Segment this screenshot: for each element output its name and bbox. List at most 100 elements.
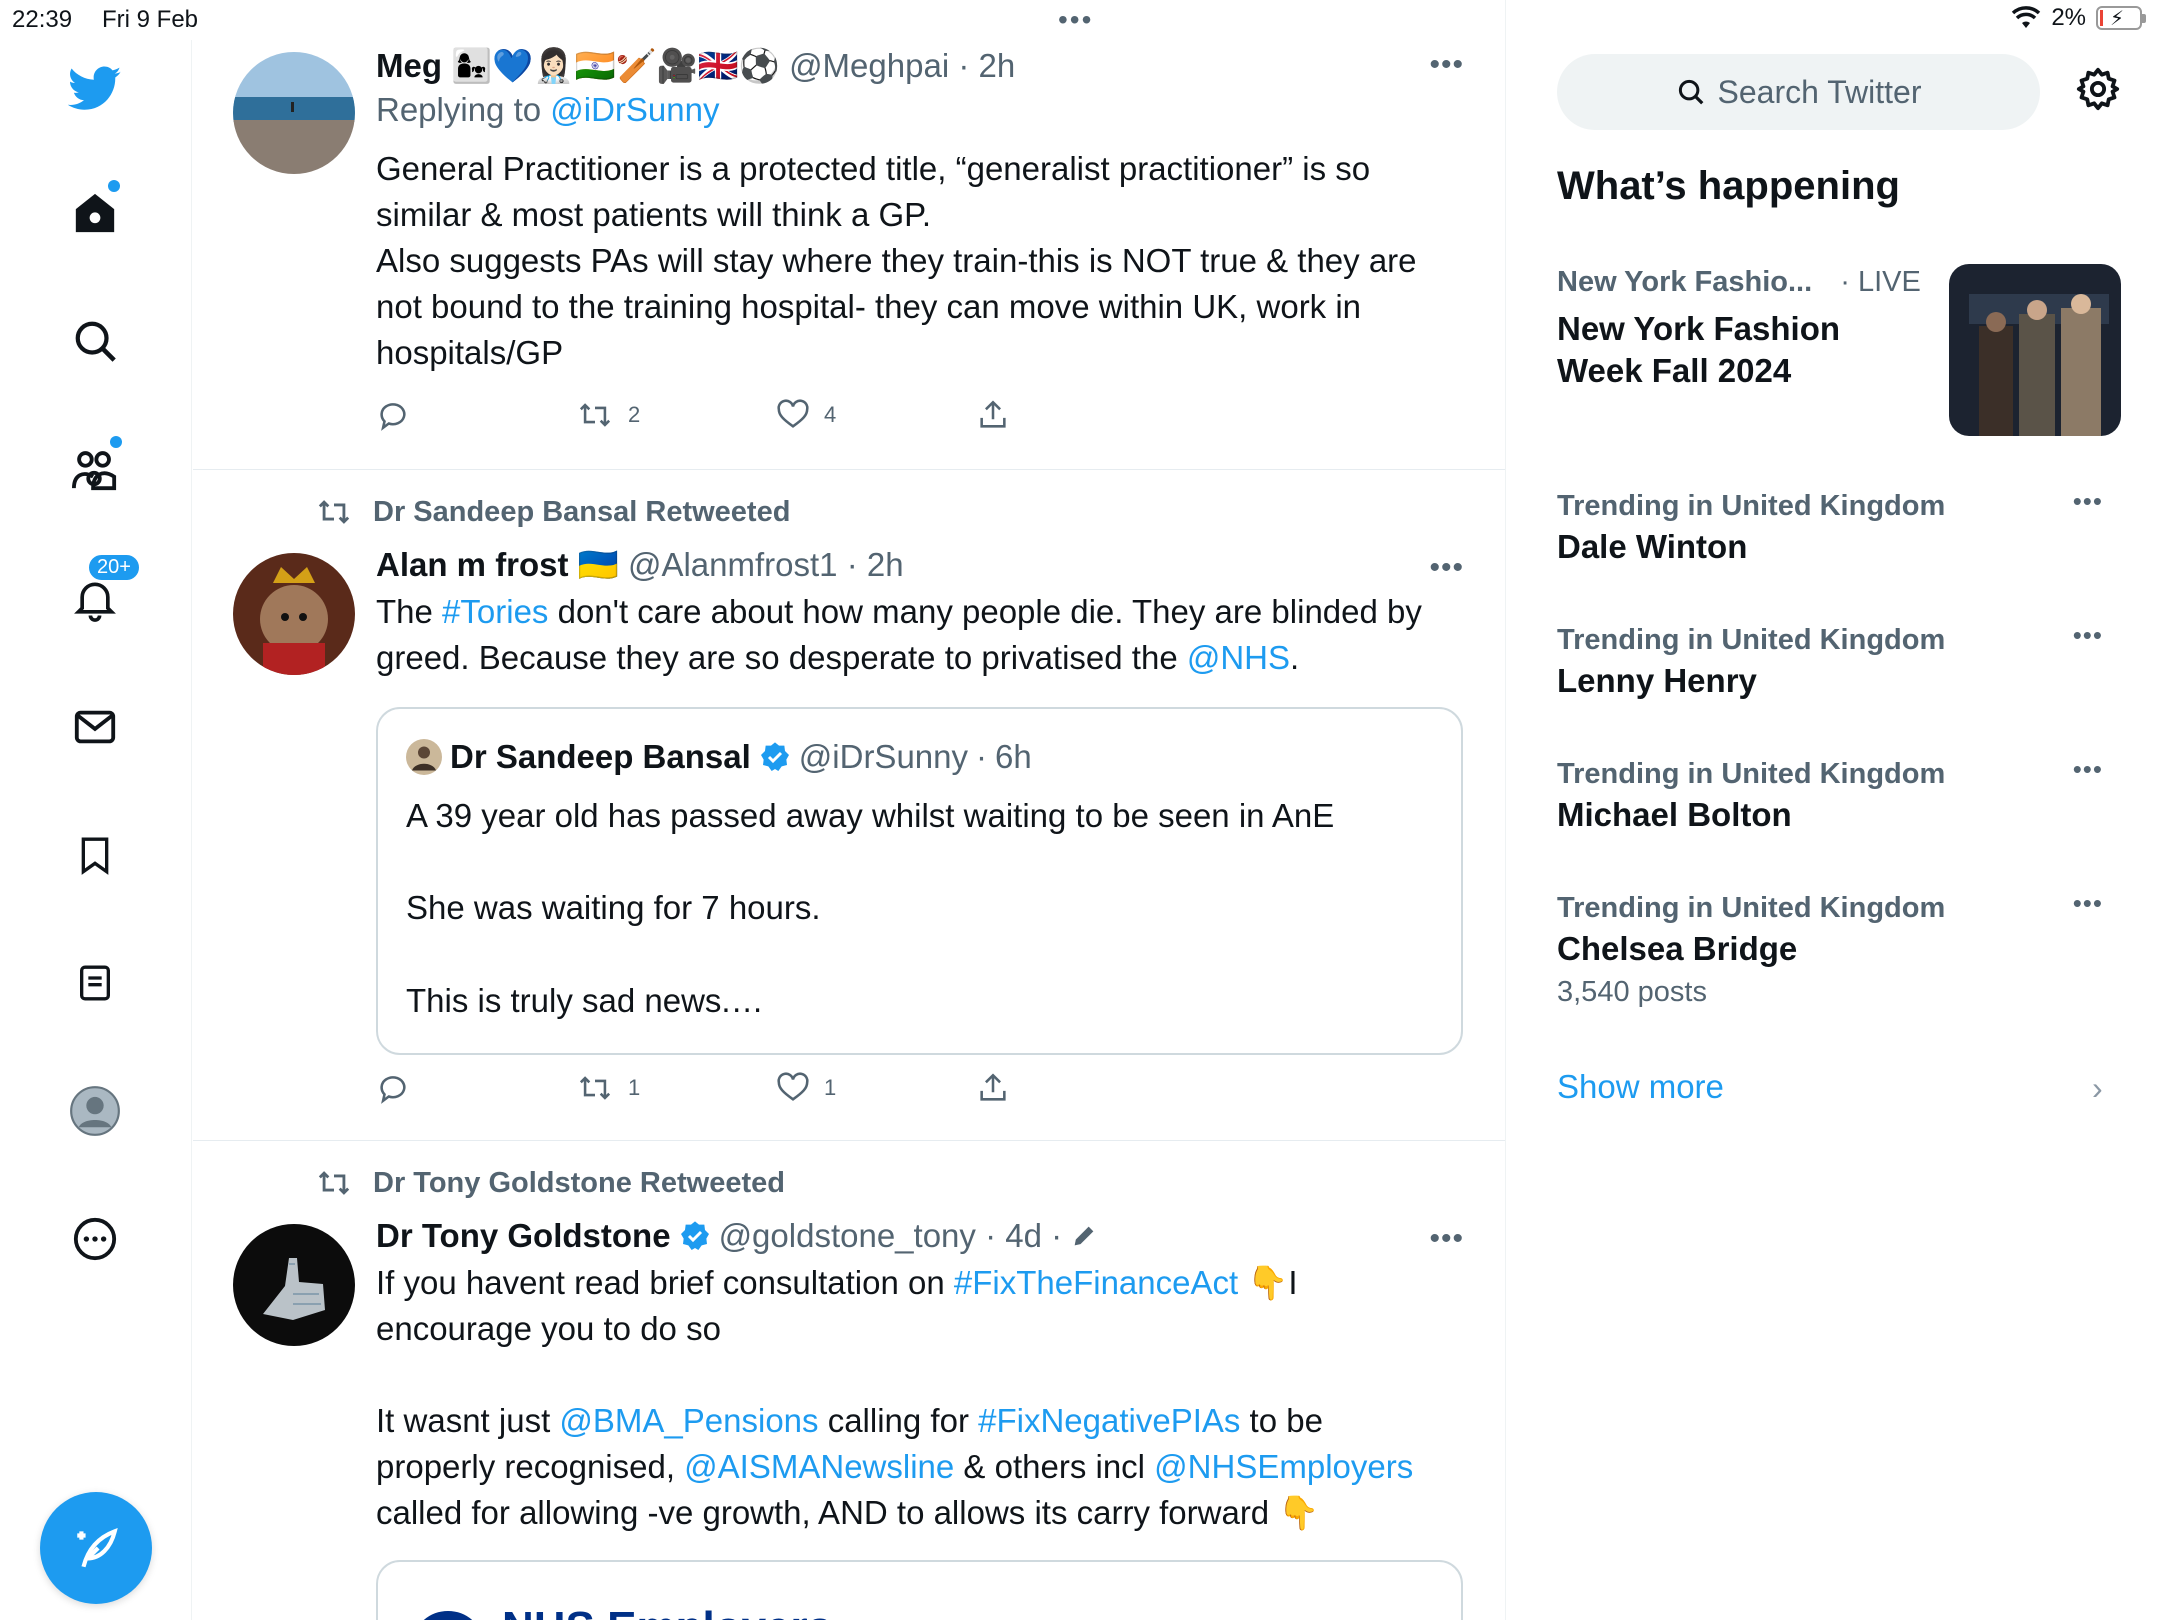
tweet-actions: 2 4 [376,398,1076,438]
card-title: NHS Employers [502,1603,832,1620]
text-segment: The [376,593,443,630]
retweeted-by[interactable]: Dr Tony Goldstone Retweeted [315,1166,785,1200]
reply-button[interactable] [376,398,410,432]
quoted-tweet[interactable]: Dr Sandeep Bansal @iDrSunny · 6h A 39 ye… [376,707,1463,1055]
twitter-logo-icon[interactable] [66,60,124,118]
nhs-employers-logo-icon [424,1611,472,1620]
home-unread-dot [108,180,120,192]
search-icon [1678,79,1703,105]
notifications-bell-icon[interactable]: 20+ [66,552,142,628]
featured-context: New York Fashio... [1557,266,1813,298]
tweet-line: properly recognised, @AISMANewsline & ot… [376,1444,1466,1490]
tweet-content: Dr Tony Goldstone @goldstone_tony · 4d ·… [376,1214,1466,1536]
avatar[interactable] [233,52,355,174]
tweet-more-icon[interactable]: ••• [1429,551,1464,585]
link-card[interactable]: NHS Employers [376,1560,1463,1620]
compose-tweet-button[interactable] [40,1492,152,1604]
hashtag-link[interactable]: #FixNegativePIAs [978,1402,1240,1439]
card-preview: NHS Employers [408,1598,832,1620]
trend-context: Trending in United Kingdom [1557,624,1946,656]
share-button[interactable] [976,1071,1010,1105]
text-segment: & others incl [954,1448,1155,1485]
tweet[interactable]: Dr Sandeep Bansal Retweeted Alan m frost… [193,471,1505,1141]
tweet-line: If you havent read brief consultation on… [376,1260,1466,1306]
explore-search-icon[interactable] [66,312,124,370]
tweet-line: similar & most patients will think a GP. [376,196,932,233]
bookmarks-icon[interactable] [66,826,124,884]
messages-envelope-icon[interactable] [66,698,124,756]
trend-name: Michael Bolton [1557,796,1792,833]
chevron-right-icon[interactable]: › [2092,1070,2103,1107]
like-button[interactable]: 1 [776,1071,836,1105]
trend-more-icon[interactable]: ••• [2073,888,2103,919]
tweet-line: hospitals/GP [376,334,564,371]
tweet-more-icon[interactable]: ••• [1429,1222,1464,1256]
retweeted-by-label: Dr Sandeep Bansal Retweeted [373,495,791,528]
mention-link[interactable]: @BMA_Pensions [559,1402,818,1439]
mention-link[interactable]: @AISMANewsline [684,1448,954,1485]
retweeted-by[interactable]: Dr Sandeep Bansal Retweeted [315,495,790,529]
author-name[interactable]: Meg [376,47,442,84]
lists-icon[interactable] [66,954,124,1012]
author-handle[interactable]: @goldstone_tony [719,1217,976,1254]
reply-icon [380,403,406,431]
hashtag-link[interactable]: #FixTheFinanceAct [954,1264,1238,1301]
tweet[interactable]: Dr Tony Goldstone Retweeted Dr Tony Gold… [193,1142,1505,1620]
mention-link[interactable]: @NHS [1187,639,1290,676]
trend-item[interactable]: Trending in United Kingdom Dale Winton •… [1557,486,2117,596]
author-name[interactable]: Alan m frost [376,546,569,583]
tweet-line: It wasnt just @BMA_Pensions calling for … [376,1398,1466,1444]
trend-item[interactable]: Trending in United Kingdom Lenny Henry •… [1557,620,2117,730]
tweet-time[interactable]: 2h [867,546,904,583]
trend-more-icon[interactable]: ••• [2073,620,2103,651]
quote-time: 6h [995,738,1032,775]
share-button[interactable] [976,398,1010,432]
retweet-icon [318,500,350,524]
more-options-icon[interactable] [66,1210,124,1268]
separator: · [1041,1217,1063,1254]
settings-gear-icon[interactable] [2075,66,2121,117]
trend-item[interactable]: Trending in United Kingdom Michael Bolto… [1557,754,2117,864]
retweet-button[interactable]: 2 [576,398,640,432]
profile-avatar-icon[interactable] [66,1082,124,1140]
quote-author-name[interactable]: Dr Sandeep Bansal [450,735,751,779]
tweet-time[interactable]: 4d [1005,1217,1042,1254]
trend-more-icon[interactable]: ••• [2073,486,2103,517]
text-segment: don't care about how many people die. Th… [548,593,1422,630]
reply-button[interactable] [376,1071,410,1105]
separator: · [975,1217,1006,1254]
search-input[interactable]: Search Twitter [1557,54,2040,130]
featured-trend[interactable]: New York Fashio... · LIVE New York Fashi… [1557,262,2121,442]
edited-pencil-icon[interactable] [1070,1222,1098,1250]
quote-avatar [406,739,442,775]
separator: · [837,546,867,583]
retweet-icon [579,1076,611,1100]
reply-mention-link[interactable]: @iDrSunny [550,91,719,128]
like-button[interactable]: 4 [776,398,836,432]
author-handle[interactable]: @Alanmfrost1 [628,546,838,583]
text-segment: 👇I [1238,1264,1298,1301]
trend-item[interactable]: Trending in United Kingdom Chelsea Bridg… [1557,888,2117,1028]
mention-link[interactable]: @NHSEmployers [1154,1448,1413,1485]
communities-icon[interactable] [66,436,124,498]
quote-author-handle[interactable]: @iDrSunny [799,735,968,779]
avatar[interactable] [233,1224,355,1346]
quote-line-2: She was waiting for 7 hours. [406,889,821,926]
compose-feather-icon [77,1527,118,1568]
trend-more-icon[interactable]: ••• [2073,754,2103,785]
hashtag-link[interactable]: #Tories [442,593,548,630]
tweet-more-icon[interactable]: ••• [1429,48,1464,82]
author-name[interactable]: Dr Tony Goldstone [376,1214,671,1258]
retweet-button[interactable]: 1 [576,1071,640,1105]
show-more-link[interactable]: Show more [1557,1068,1724,1106]
retweet-count: 1 [628,1075,641,1100]
tweet[interactable]: Meg 👩‍👧💙👩🏻‍⚕️🇮🇳🏏🎥🇬🇧⚽ @Meghpai · 2h Reply… [193,0,1505,470]
trend-name: Lenny Henry [1557,662,1757,699]
author-handle[interactable]: @Meghpai [789,47,949,84]
timeline: Meg 👩‍👧💙👩🏻‍⚕️🇮🇳🏏🎥🇬🇧⚽ @Meghpai · 2h Reply… [193,0,1506,1620]
trend-post-count: 3,540 posts [1557,976,1707,1008]
avatar[interactable] [233,553,355,675]
tweet-time[interactable]: 2h [978,47,1015,84]
home-icon[interactable] [66,180,124,242]
battery-icon: ⚡ [2096,6,2146,30]
